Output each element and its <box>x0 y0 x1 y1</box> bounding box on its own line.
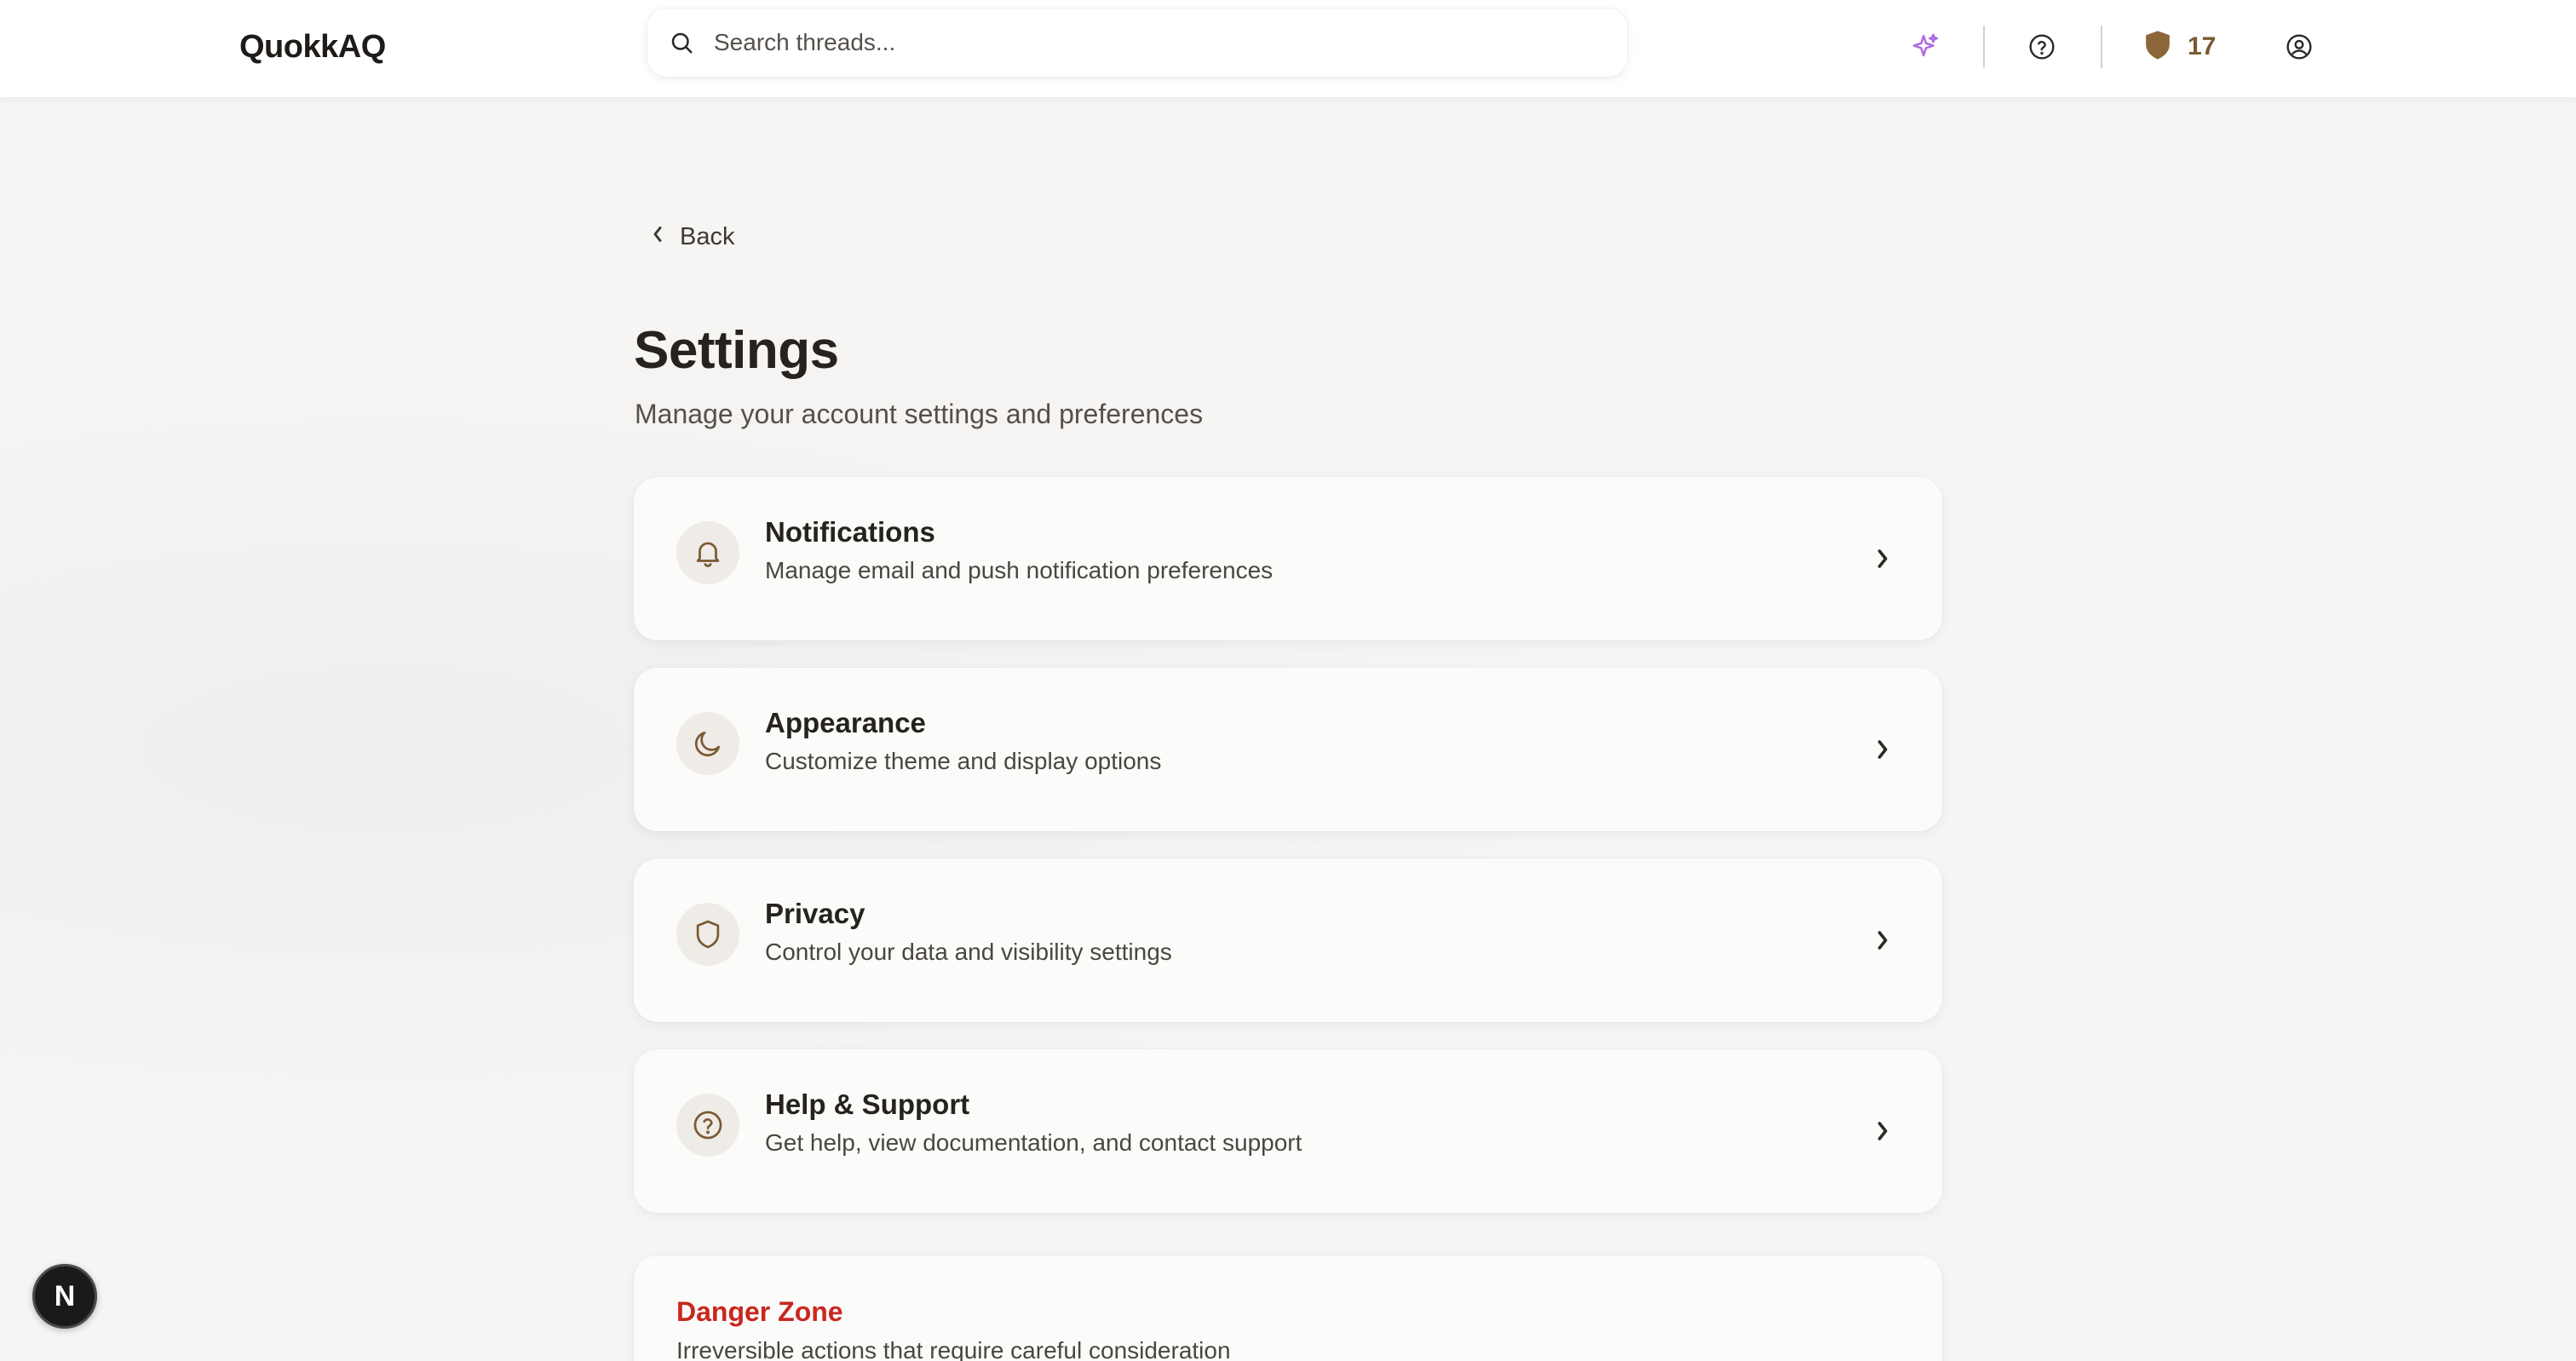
shield-icon <box>676 903 739 966</box>
sparkle-icon[interactable] <box>1906 27 1946 66</box>
help-circle-icon <box>676 1094 739 1157</box>
header-divider <box>2101 26 2102 68</box>
bell-icon <box>676 521 739 584</box>
card-description: Manage email and push notification prefe… <box>765 557 1274 583</box>
chevron-right-icon <box>1866 731 1900 768</box>
chevron-right-icon <box>1866 540 1900 577</box>
danger-zone-description: Irreversible actions that require carefu… <box>676 1337 1231 1361</box>
back-link[interactable]: Back <box>649 223 734 251</box>
points-badge[interactable]: 17 <box>2143 27 2216 66</box>
dev-tools-button[interactable]: N <box>32 1264 97 1329</box>
danger-zone-title: Danger Zone <box>676 1296 843 1327</box>
settings-card-privacy[interactable]: Privacy Control your data and visibility… <box>634 859 1942 1022</box>
search-icon <box>666 27 697 58</box>
search-input[interactable] <box>714 29 1566 56</box>
moon-icon <box>676 712 739 775</box>
card-description: Customize theme and display options <box>765 748 1162 774</box>
card-description: Get help, view documentation, and contac… <box>765 1129 1302 1156</box>
page-title: Settings <box>634 321 839 380</box>
settings-card-appearance[interactable]: Appearance Customize theme and display o… <box>634 668 1942 831</box>
shield-icon <box>2143 30 2172 65</box>
card-title: Appearance <box>765 707 926 738</box>
header-divider <box>1983 26 1985 68</box>
chevron-right-icon <box>1866 1112 1900 1150</box>
card-description: Control your data and visibility setting… <box>765 939 1172 965</box>
settings-card-notifications[interactable]: Notifications Manage email and push noti… <box>634 477 1942 640</box>
dev-tools-label: N <box>54 1279 76 1312</box>
back-label: Back <box>680 223 735 250</box>
card-title: Help & Support <box>765 1088 970 1120</box>
chevron-left-icon <box>649 223 666 251</box>
settings-page: QuokkAQ 17 Back Setti <box>0 0 2576 1361</box>
top-header: QuokkAQ 17 <box>0 0 2576 97</box>
points-count: 17 <box>2188 32 2217 60</box>
user-circle-icon[interactable] <box>2280 27 2319 66</box>
card-title: Privacy <box>765 898 865 929</box>
chevron-right-icon <box>1866 922 1900 959</box>
settings-card-help-support[interactable]: Help & Support Get help, view documentat… <box>634 1049 1942 1213</box>
card-title: Notifications <box>765 516 935 548</box>
page-subtitle: Manage your account settings and prefere… <box>635 399 1204 429</box>
danger-zone-card: Danger Zone Irreversible actions that re… <box>634 1255 1942 1361</box>
app-logo[interactable]: QuokkAQ <box>239 29 386 66</box>
help-circle-icon[interactable] <box>2022 27 2061 66</box>
search-bar[interactable] <box>647 9 1627 77</box>
